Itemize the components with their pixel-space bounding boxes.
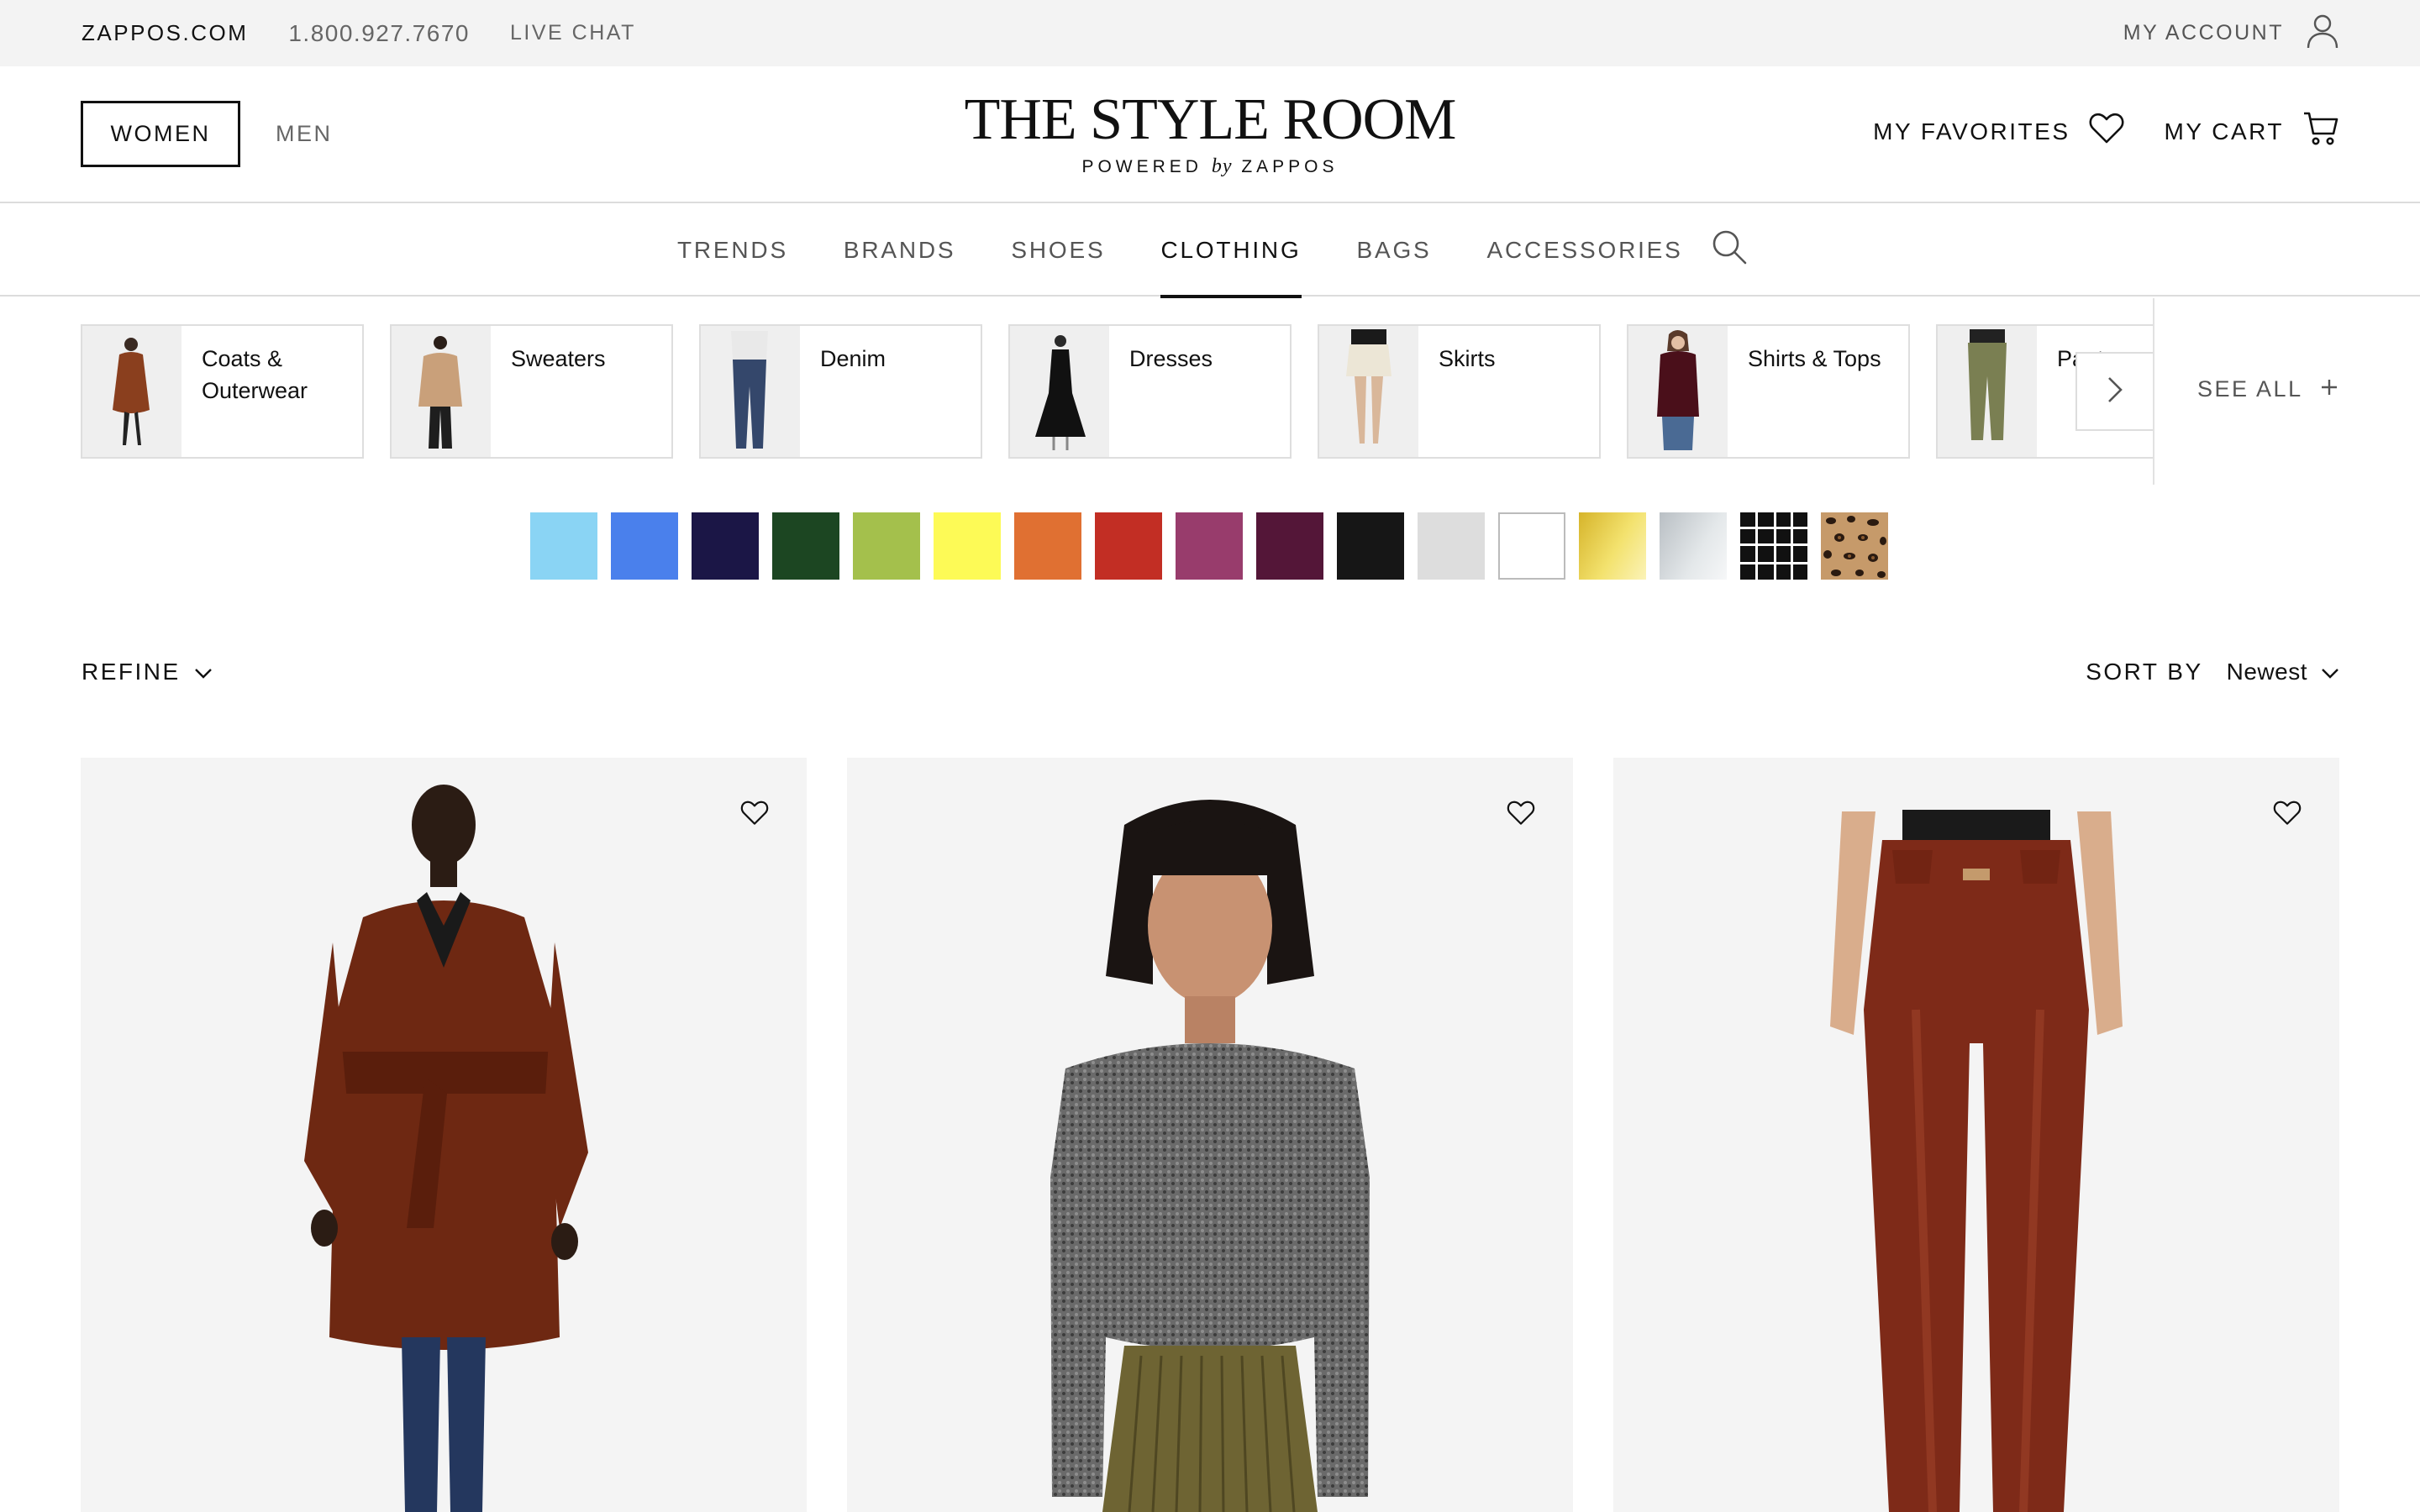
my-favorites-label: MY FAVORITES	[1873, 118, 2070, 144]
swatch-blue[interactable]	[611, 512, 678, 580]
swatch-red[interactable]	[1095, 512, 1162, 580]
product-card[interactable]	[1613, 758, 2339, 1512]
heart-icon	[2089, 113, 2124, 150]
product-image-coat[interactable]	[81, 758, 807, 1512]
swatch-plaid[interactable]	[1740, 512, 1807, 580]
zappos-link[interactable]: ZAPPOS.COM	[82, 20, 248, 46]
swatch-black[interactable]	[1337, 512, 1404, 580]
chevron-down-icon	[194, 659, 213, 685]
swatch-yellow[interactable]	[934, 512, 1001, 580]
main-nav: TRENDS BRANDS SHOES CLOTHING BAGS ACCESS…	[0, 203, 2420, 298]
category-label: Sweaters	[511, 346, 606, 371]
swatch-lime[interactable]	[853, 512, 920, 580]
sort-dropdown[interactable]: SORT BY Newest	[2086, 659, 2339, 685]
swatch-magenta[interactable]	[1176, 512, 1243, 580]
my-account-link[interactable]: MY ACCOUNT	[2123, 0, 2339, 66]
sort-label: SORT BY	[2086, 659, 2203, 685]
category-thumb	[1938, 326, 2037, 457]
swatch-navy[interactable]	[692, 512, 759, 580]
category-thumb	[392, 326, 491, 457]
utility-bar: ZAPPOS.COM 1.800.927.7670 LIVE CHAT MY A…	[0, 0, 2420, 66]
cart-icon	[2302, 110, 2339, 153]
category-card-skirts[interactable]: Skirts	[1318, 324, 1601, 459]
category-thumb	[82, 326, 182, 457]
category-card-shirts-tops[interactable]: Shirts & Tops	[1627, 324, 1910, 459]
category-card-denim[interactable]: Denim	[699, 324, 982, 459]
product-image-sweater[interactable]	[847, 758, 1573, 1512]
swatch-orange[interactable]	[1014, 512, 1081, 580]
swatch-dark-green[interactable]	[772, 512, 839, 580]
logo-by: by	[1211, 155, 1233, 177]
category-thumb	[1319, 326, 1418, 457]
swatch-light-grey[interactable]	[1418, 512, 1485, 580]
chevron-down-icon	[2321, 659, 2339, 685]
men-tab[interactable]: MEN	[276, 121, 333, 147]
category-thumb	[1010, 326, 1109, 457]
logo-powered: POWERED	[1081, 157, 1202, 176]
swatch-silver[interactable]	[1660, 512, 1727, 580]
women-tab[interactable]: WOMEN	[81, 101, 240, 167]
live-chat-link[interactable]: LIVE CHAT	[510, 21, 636, 45]
nav-accessories[interactable]: ACCESSORIES	[1487, 203, 1683, 297]
my-cart-link[interactable]: MY CART	[2165, 110, 2340, 153]
category-carousel: Coats & Outerwear Sweaters Denim Dresses…	[81, 324, 2153, 459]
user-icon	[2306, 13, 2339, 53]
refine-button[interactable]: REFINE	[82, 659, 213, 685]
category-label: Dresses	[1129, 346, 1213, 371]
search-icon[interactable]	[1711, 228, 1748, 270]
logo-brand: ZAPPOS	[1241, 157, 1339, 176]
product-image-pants[interactable]	[1613, 758, 2339, 1512]
category-thumb	[701, 326, 800, 457]
nav-brands[interactable]: BRANDS	[844, 203, 956, 297]
plus-icon	[2320, 376, 2338, 402]
favorite-heart-icon[interactable]	[2272, 798, 2302, 828]
see-all-link[interactable]: SEE ALL	[2197, 376, 2338, 402]
swatch-leopard[interactable]	[1821, 512, 1888, 580]
see-all-panel: SEE ALL	[2153, 298, 2420, 485]
chevron-right-icon	[2106, 375, 2124, 408]
category-label: Coats & Outerwear	[202, 346, 308, 403]
product-card[interactable]	[81, 758, 807, 1512]
site-header: WOMEN MEN THE STYLE ROOM POWERED by ZAPP…	[0, 66, 2420, 203]
logo-tagline: POWERED by ZAPPOS	[874, 155, 1546, 178]
swatch-gold[interactable]	[1579, 512, 1646, 580]
nav-clothing[interactable]: CLOTHING	[1160, 203, 1302, 298]
favorite-heart-icon[interactable]	[1506, 798, 1536, 828]
category-label: Shirts & Tops	[1748, 346, 1881, 371]
category-label: Skirts	[1439, 346, 1496, 371]
see-all-label: SEE ALL	[2197, 376, 2303, 402]
my-account-label: MY ACCOUNT	[2123, 21, 2284, 45]
favorite-heart-icon[interactable]	[739, 798, 770, 828]
category-card-dresses[interactable]: Dresses	[1008, 324, 1292, 459]
swatch-light-blue[interactable]	[530, 512, 597, 580]
my-cart-label: MY CART	[2164, 118, 2284, 144]
swatch-burgundy[interactable]	[1256, 512, 1323, 580]
logo-title: THE STYLE ROOM	[964, 87, 1457, 152]
my-favorites-link[interactable]: MY FAVORITES	[1873, 113, 2123, 150]
category-card-coats[interactable]: Coats & Outerwear	[81, 324, 364, 459]
swatch-white[interactable]	[1498, 512, 1565, 580]
sort-value: Newest	[2226, 659, 2307, 685]
carousel-next-button[interactable]	[2075, 352, 2154, 431]
category-thumb	[1628, 326, 1728, 457]
color-filter	[530, 512, 1888, 580]
nav-trends[interactable]: TRENDS	[677, 203, 788, 297]
nav-shoes[interactable]: SHOES	[1011, 203, 1105, 297]
style-room-logo[interactable]: THE STYLE ROOM POWERED by ZAPPOS	[874, 87, 1546, 178]
phone-number-link[interactable]: 1.800.927.7670	[288, 20, 470, 47]
gender-switch: WOMEN MEN	[81, 101, 333, 167]
product-card[interactable]	[847, 758, 1573, 1512]
nav-bags[interactable]: BAGS	[1357, 203, 1432, 297]
refine-label: REFINE	[82, 659, 181, 685]
category-card-sweaters[interactable]: Sweaters	[390, 324, 673, 459]
category-label: Denim	[820, 346, 886, 371]
